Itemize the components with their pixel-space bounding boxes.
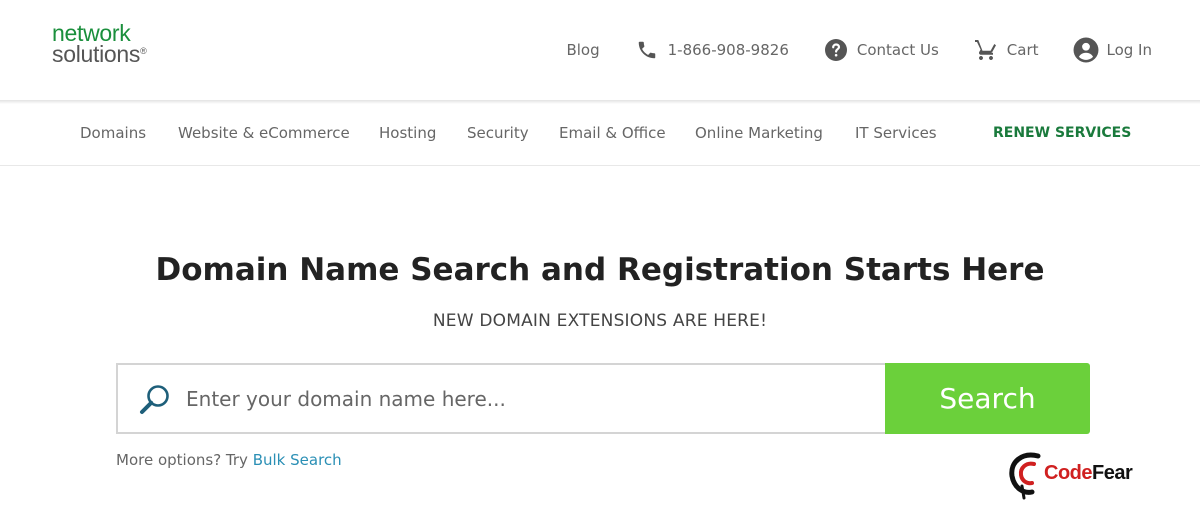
cart-label: Cart [1006, 41, 1039, 59]
utility-links: Blog 1-866-908-9826 Contact Us Cart Log … [532, 34, 1152, 66]
codefear-watermark: CodeFear [1008, 448, 1158, 502]
more-options-text: More options? Try [116, 451, 253, 469]
brand-line2: solutions® [52, 41, 147, 67]
search-button[interactable]: Search [885, 363, 1090, 434]
top-header: network solutions® Blog 1-866-908-9826 C… [0, 0, 1200, 100]
nav-item-renew-services[interactable]: RENEW SERVICES [993, 125, 1131, 141]
cart-icon [973, 37, 999, 63]
brand-logo[interactable]: network solutions® [52, 22, 147, 67]
nav-item-it-services[interactable]: IT Services [855, 124, 937, 142]
nav-item-security[interactable]: Security [467, 124, 529, 142]
phone-number: 1-866-908-9826 [667, 41, 789, 59]
nav-item-website-ecommerce[interactable]: Website & eCommerce [178, 124, 350, 142]
brand-registered-mark: ® [140, 46, 147, 56]
domain-search-input[interactable] [186, 377, 866, 421]
more-options: More options? Try Bulk Search [116, 451, 342, 469]
cart-link[interactable]: Cart [973, 37, 1039, 63]
blog-link[interactable]: Blog [566, 41, 599, 59]
brand-line2-text: solutions [52, 41, 141, 67]
page-title: Domain Name Search and Registration Star… [155, 252, 1045, 288]
nav-item-hosting[interactable]: Hosting [379, 124, 436, 142]
login-label: Log In [1106, 41, 1153, 59]
domain-search-box [116, 363, 886, 434]
codefear-text-part2: Fear [1092, 462, 1133, 484]
bulk-search-link[interactable]: Bulk Search [253, 451, 342, 469]
contact-label: Contact Us [856, 41, 939, 59]
codefear-text-part1: Code [1044, 462, 1093, 484]
contact-link[interactable]: Contact Us [823, 37, 939, 63]
phone-link[interactable]: 1-866-908-9826 [634, 37, 789, 63]
magnifier-icon [138, 383, 172, 417]
login-link[interactable]: Log In [1073, 37, 1153, 63]
nav-item-online-marketing[interactable]: Online Marketing [695, 124, 823, 142]
blog-label: Blog [566, 41, 600, 59]
user-circle-icon [1073, 37, 1099, 63]
nav-item-email-office[interactable]: Email & Office [559, 124, 666, 142]
main-nav: Domains Website & eCommerce Hosting Secu… [0, 104, 1200, 166]
page-subtitle: NEW DOMAIN EXTENSIONS ARE HERE! [432, 311, 768, 331]
codefear-text: CodeFear [1044, 462, 1133, 485]
nav-item-domains[interactable]: Domains [80, 124, 146, 142]
phone-icon [634, 37, 660, 63]
help-circle-icon [823, 37, 849, 63]
codefear-logo-icon [1009, 452, 1041, 500]
